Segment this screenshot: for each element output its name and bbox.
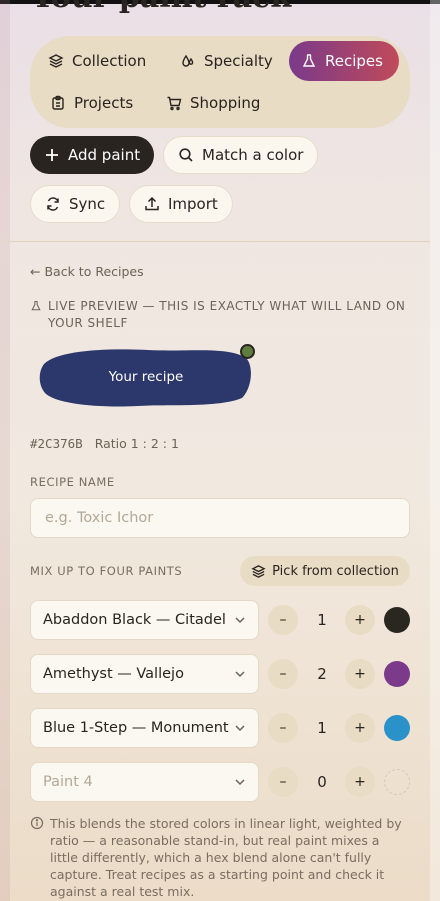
hex-value: #2C376B — [30, 436, 83, 451]
paint-placeholder: Paint 4 — [43, 774, 93, 790]
add-paint-button[interactable]: Add paint — [30, 136, 155, 174]
paint-color-dot — [384, 661, 410, 687]
clipboard-icon — [52, 95, 64, 110]
increment-button[interactable]: + — [345, 605, 375, 635]
mix-label: Mix up to four paints — [30, 564, 183, 578]
paint-name: Blue 1-Step — Monument — [43, 720, 229, 736]
minus-icon: – — [279, 774, 287, 790]
tab-bar: Collection Specialty Recipes Projects Sh… — [30, 36, 410, 128]
tab-label: Projects — [74, 94, 134, 112]
flask-icon — [302, 54, 316, 67]
search-icon — [179, 148, 193, 162]
increment-button[interactable]: + — [345, 713, 375, 743]
back-link[interactable]: ← Back to Recipes — [30, 264, 144, 279]
decrement-button[interactable]: – — [268, 659, 298, 689]
paint-select[interactable]: Abaddon Black — Citadel — [30, 600, 259, 640]
decrement-button[interactable]: – — [268, 605, 298, 635]
tab-collection[interactable]: Collection — [36, 42, 158, 80]
import-label: Import — [168, 195, 218, 213]
swatch-label: Your recipe — [108, 369, 184, 385]
pick-from-collection-button[interactable]: Pick from collection — [240, 556, 410, 586]
layers-icon — [48, 54, 64, 68]
plus-icon: + — [354, 720, 366, 736]
paint-count: 2 — [317, 665, 327, 683]
preview-note-text: Live preview — this is exactly what will… — [48, 299, 406, 330]
cart-icon — [167, 96, 182, 111]
preview-note: Live preview — this is exactly what will… — [30, 298, 410, 332]
paint-select[interactable]: Blue 1-Step — Monument — [30, 708, 259, 748]
paint-name: Amethyst — Vallejo — [43, 666, 184, 682]
tab-recipes[interactable]: Recipes — [289, 41, 399, 81]
match-color-button[interactable]: Match a color — [163, 136, 319, 174]
back-link-label: Back to Recipes — [44, 264, 144, 279]
status-dot — [240, 344, 255, 359]
tab-shopping[interactable]: Shopping — [154, 84, 272, 122]
tab-specialty[interactable]: Specialty — [168, 42, 285, 80]
drops-icon — [182, 54, 194, 67]
paint-color-dot — [384, 607, 410, 633]
tab-label: Specialty — [204, 52, 273, 70]
minus-icon: – — [279, 612, 287, 628]
blend-footnote: This blends the stored colors in linear … — [30, 815, 410, 900]
footnote-text: This blends the stored colors in linear … — [50, 816, 402, 899]
chevron-down-icon — [235, 671, 245, 678]
chevron-down-icon — [235, 617, 245, 624]
tab-projects[interactable]: Projects — [38, 84, 145, 122]
plus-icon: + — [354, 666, 366, 682]
paint-row-4: Paint 4 – 0 + — [30, 762, 410, 802]
section-divider — [10, 241, 430, 242]
recipe-swatch: Your recipe — [38, 344, 260, 410]
paint-select[interactable]: Paint 4 — [30, 762, 259, 802]
left-edge — [0, 0, 10, 901]
refresh-icon — [47, 197, 59, 211]
plus-icon: + — [354, 612, 366, 628]
paint-count: 1 — [317, 719, 327, 737]
paint-row-1: Abaddon Black — Citadel – 1 + — [30, 600, 410, 640]
paint-name: Abaddon Black — Citadel — [43, 612, 226, 628]
tab-label: Shopping — [190, 94, 261, 112]
arrow-left-icon: ← — [30, 264, 41, 279]
plus-icon — [46, 149, 58, 161]
layers-icon — [251, 564, 266, 578]
paint-row-3: Blue 1-Step — Monument – 1 + — [30, 708, 410, 748]
pick-label: Pick from collection — [272, 563, 399, 579]
paint-count: 0 — [317, 773, 327, 791]
recipe-name-input[interactable] — [30, 498, 410, 538]
recipe-meta: #2C376B Ratio 1 : 2 : 1 — [30, 436, 179, 451]
page-title: Your paint rack — [32, 0, 291, 15]
import-button[interactable]: Import — [129, 185, 233, 223]
sync-button[interactable]: Sync — [30, 185, 121, 223]
minus-icon: – — [279, 666, 287, 682]
sync-label: Sync — [69, 195, 106, 213]
tab-label: Collection — [72, 52, 147, 70]
decrement-button[interactable]: – — [268, 713, 298, 743]
paint-count: 1 — [317, 611, 327, 629]
increment-button[interactable]: + — [345, 767, 375, 797]
chevron-down-icon — [235, 779, 245, 786]
flask-icon — [31, 300, 41, 311]
info-icon — [30, 816, 44, 830]
add-paint-label: Add paint — [68, 146, 141, 164]
scrollbar-track[interactable] — [430, 0, 440, 901]
paint-color-dot — [384, 715, 410, 741]
minus-icon: – — [279, 720, 287, 736]
upload-icon — [145, 196, 159, 211]
paint-color-dot — [384, 769, 410, 795]
paint-select[interactable]: Amethyst — Vallejo — [30, 654, 259, 694]
decrement-button[interactable]: – — [268, 767, 298, 797]
plus-icon: + — [354, 774, 366, 790]
increment-button[interactable]: + — [345, 659, 375, 689]
recipe-name-label: Recipe name — [30, 475, 115, 489]
tab-label: Recipes — [325, 52, 383, 70]
chevron-down-icon — [235, 725, 245, 732]
match-color-label: Match a color — [202, 146, 304, 164]
paint-row-2: Amethyst — Vallejo – 2 + — [30, 654, 410, 694]
ratio-value: Ratio 1 : 2 : 1 — [94, 436, 179, 451]
